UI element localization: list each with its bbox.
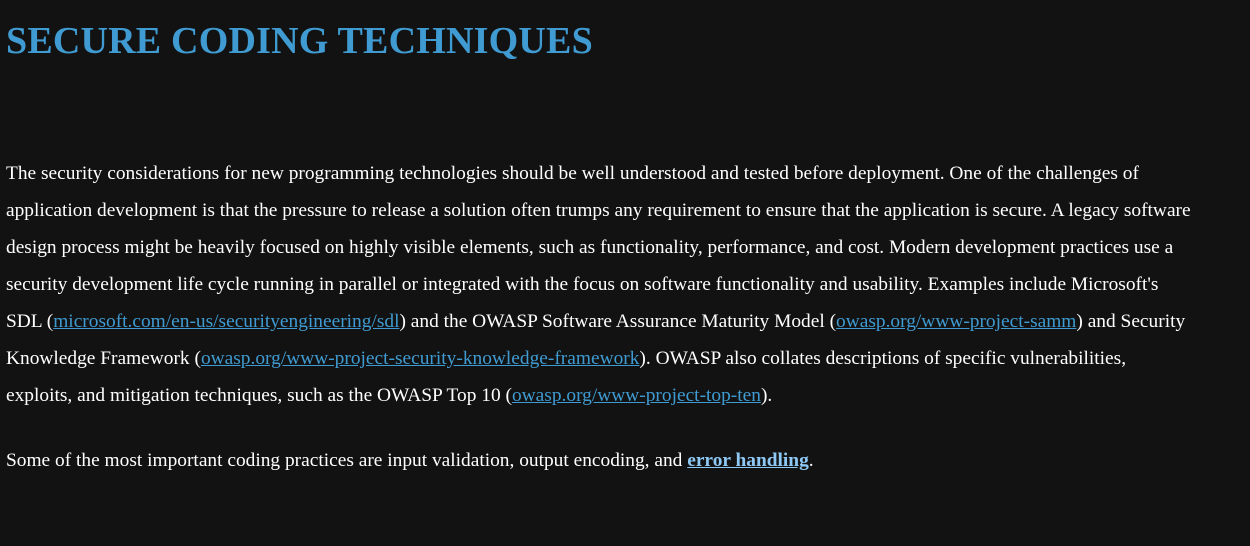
owasp-top-ten-link[interactable]: owasp.org/www-project-top-ten: [512, 385, 761, 406]
intro-paragraph: The security considerations for new prog…: [6, 155, 1196, 414]
intro-text-1: The security considerations for new prog…: [6, 163, 1191, 332]
practices-text-2: .: [808, 450, 814, 471]
practices-paragraph: Some of the most important coding practi…: [6, 442, 1196, 479]
owasp-skf-link[interactable]: owasp.org/www-project-security-knowledge…: [201, 348, 639, 369]
page: SECURE CODING TECHNIQUES The security co…: [0, 0, 1250, 546]
page-title: SECURE CODING TECHNIQUES: [6, 20, 593, 62]
practices-text-1: Some of the most important coding practi…: [6, 450, 688, 471]
microsoft-sdl-link[interactable]: microsoft.com/en-us/securityengineering/…: [53, 311, 399, 332]
error-handling-link[interactable]: error handling: [687, 450, 809, 471]
intro-text-2: ) and the OWASP Software Assurance Matur…: [399, 311, 837, 332]
article-body: The security considerations for new prog…: [6, 155, 1196, 479]
intro-text-5: ).: [760, 385, 773, 406]
owasp-samm-link[interactable]: owasp.org/www-project-samm: [836, 311, 1076, 332]
